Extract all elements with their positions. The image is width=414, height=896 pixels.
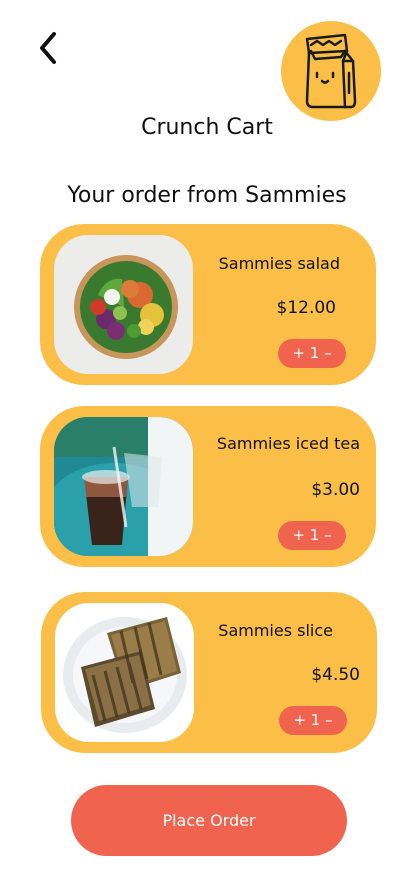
cart-item-card: Sammies iced tea $3.00 + 1 – xyxy=(40,406,376,567)
item-price: $12.00 xyxy=(276,298,336,318)
item-price: $3.00 xyxy=(311,480,360,500)
item-name: Sammies slice xyxy=(218,621,333,640)
toast-slice-photo xyxy=(55,603,194,742)
item-name: Sammies salad xyxy=(218,254,340,273)
back-button[interactable] xyxy=(32,28,68,68)
quantity-stepper[interactable]: + 1 – xyxy=(278,339,346,368)
salad-bowl-photo xyxy=(54,235,193,374)
cart-item-card: Sammies salad $12.00 + 1 – xyxy=(40,224,376,385)
app-logo xyxy=(281,21,381,121)
place-order-button[interactable]: Place Order xyxy=(71,785,347,856)
item-name: Sammies iced tea xyxy=(216,434,360,453)
iced-tea-photo xyxy=(54,417,193,556)
cart-item-card: Sammies slice $4.50 + 1 – xyxy=(41,592,377,753)
quantity-stepper[interactable]: + 1 – xyxy=(278,521,346,550)
app-title: Crunch Cart xyxy=(141,115,273,140)
item-price: $4.50 xyxy=(311,665,360,685)
order-heading: Your order from Sammies xyxy=(67,183,347,208)
chevron-left-icon xyxy=(40,32,56,64)
shopping-bag-mascot-icon xyxy=(305,33,357,109)
quantity-stepper[interactable]: + 1 – xyxy=(279,706,347,735)
